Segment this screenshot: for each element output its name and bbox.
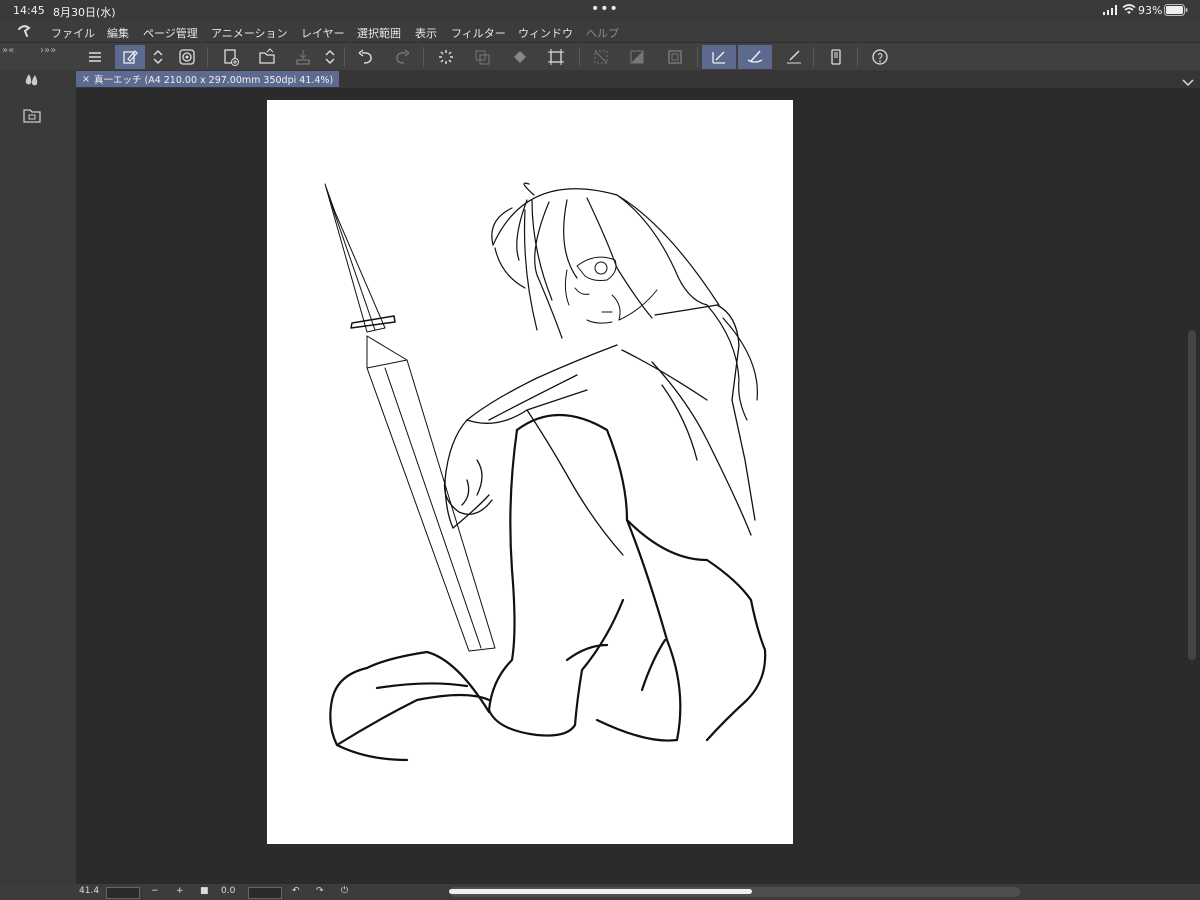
redo-icon[interactable]	[387, 45, 417, 69]
status-time: 14:45	[13, 4, 45, 17]
device-icon[interactable]	[821, 45, 851, 69]
home-indicator[interactable]	[449, 889, 752, 894]
bottom-navigator-bar: 41.4 − + ■ 0.0 ↶ ↷ ⏻	[0, 884, 1200, 900]
signal-icon	[1103, 5, 1117, 18]
panel-expand-icon[interactable]: ›»»	[40, 45, 56, 56]
loading-icon[interactable]	[431, 45, 461, 69]
undo-icon[interactable]	[351, 45, 381, 69]
deselect-icon[interactable]	[586, 45, 616, 69]
frame-icon[interactable]	[660, 45, 690, 69]
open-folder-icon[interactable]	[252, 45, 282, 69]
rotation-slider[interactable]	[248, 887, 282, 899]
left-sidebar	[0, 70, 77, 884]
menu-page-management[interactable]: ページ管理	[143, 25, 198, 41]
menu-edit[interactable]: 編集	[107, 25, 129, 41]
line-art-sketch	[324, 182, 767, 762]
vertical-scrollbar[interactable]	[1188, 330, 1196, 660]
rotation-value[interactable]: 0.0	[221, 886, 235, 896]
save-icon[interactable]	[288, 45, 318, 69]
invert-icon[interactable]	[622, 45, 652, 69]
rotate-left-icon[interactable]: ↶	[292, 886, 300, 896]
close-tab-icon[interactable]: ×	[82, 74, 90, 85]
zoom-in-button[interactable]: +	[176, 886, 184, 896]
fill-icon[interactable]	[505, 45, 535, 69]
status-bar: 14:45 8月30日(水) ••• 93%	[0, 0, 1200, 20]
canvas-area[interactable]	[76, 88, 1200, 884]
zoom-out-button[interactable]: −	[151, 886, 159, 896]
ruler-pen-icon[interactable]	[702, 45, 736, 69]
app-logo-icon[interactable]	[16, 23, 32, 42]
menu-filter[interactable]: フィルター	[451, 25, 506, 41]
help-icon[interactable]	[865, 45, 895, 69]
command-bar: »« ›»»	[0, 42, 1200, 72]
brush-icon[interactable]	[738, 45, 772, 69]
menu-help[interactable]: ヘルプ	[586, 25, 619, 41]
menu-bar: ファイル 編集 ページ管理 アニメーション レイヤー 選択範囲 表示 フィルター…	[0, 20, 1200, 42]
menu-selection[interactable]: 選択範囲	[357, 25, 401, 41]
pen-icon[interactable]	[779, 45, 809, 69]
color-drops-icon[interactable]	[23, 72, 41, 92]
edit-page-icon[interactable]	[115, 45, 145, 69]
panel-collapse-icon[interactable]: »«	[2, 45, 14, 56]
fit-square-icon[interactable]: ■	[200, 886, 209, 896]
material-folder-icon[interactable]	[23, 107, 41, 127]
menu-window[interactable]: ウィンドウ	[518, 25, 573, 41]
drawing-canvas[interactable]	[267, 100, 793, 844]
reset-view-icon[interactable]: ⏻	[341, 886, 348, 896]
menu-icon[interactable]	[80, 45, 110, 69]
legs-sketch	[329, 414, 767, 762]
crop-icon[interactable]	[541, 45, 571, 69]
battery-icon	[1164, 4, 1188, 19]
menu-file[interactable]: ファイル	[51, 25, 95, 41]
multitask-dots-icon[interactable]: •••	[591, 1, 619, 17]
updown-icon[interactable]	[316, 45, 344, 69]
hair-sketch	[491, 182, 758, 421]
rotate-right-icon[interactable]: ↷	[316, 886, 324, 896]
menu-view[interactable]: 表示	[415, 25, 437, 41]
transform-icon[interactable]	[467, 45, 497, 69]
body-sketch	[443, 304, 756, 556]
status-date: 8月30日(水)	[53, 6, 116, 19]
zoom-slider[interactable]	[106, 887, 140, 899]
document-tab-label: 真一エッチ (A4 210.00 x 297.00mm 350dpi 41.4%…	[93, 75, 334, 86]
document-tab-row: × 真一エッチ (A4 210.00 x 297.00mm 350dpi 41.…	[76, 70, 1200, 88]
battery-percent: 93%	[1138, 4, 1163, 17]
menu-animation[interactable]: アニメーション	[211, 25, 288, 41]
document-tab[interactable]: × 真一エッチ (A4 210.00 x 297.00mm 350dpi 41.…	[76, 71, 340, 87]
updown-icon[interactable]	[144, 45, 172, 69]
menu-layer[interactable]: レイヤー	[301, 25, 345, 41]
zoom-value[interactable]: 41.4	[79, 886, 99, 896]
new-page-icon[interactable]	[216, 45, 246, 69]
face-sketch	[564, 256, 658, 324]
wifi-icon	[1122, 4, 1136, 18]
spiral-icon[interactable]	[172, 45, 202, 69]
